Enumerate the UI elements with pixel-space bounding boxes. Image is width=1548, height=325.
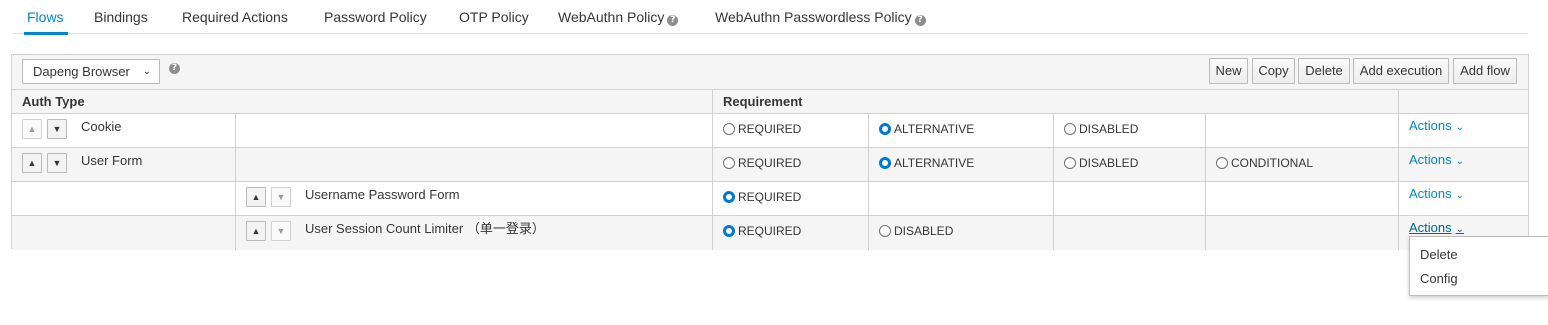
radio-required[interactable]: REQUIRED bbox=[723, 121, 801, 141]
chevron-down-icon: ⌄ bbox=[1455, 122, 1465, 133]
help-icon[interactable]: ? bbox=[667, 15, 679, 26]
tab-webauthn-policy[interactable]: WebAuthn Policy? bbox=[558, 0, 679, 34]
new-button[interactable]: New bbox=[1209, 58, 1248, 84]
actions-label: Actions bbox=[1409, 186, 1452, 201]
radio-disabled[interactable]: DISABLED bbox=[1064, 121, 1138, 141]
radio-disabled-label: DISABLED bbox=[894, 224, 954, 238]
radio-required-label: REQUIRED bbox=[738, 190, 802, 204]
flow-select-value: Dapeng Browser bbox=[33, 64, 130, 79]
menu-item-delete[interactable]: Delete bbox=[1420, 247, 1458, 263]
tab-required-actions[interactable]: Required Actions bbox=[182, 0, 288, 34]
radio-conditional[interactable]: CONDITIONAL bbox=[1216, 155, 1313, 175]
help-icon[interactable]: ? bbox=[169, 63, 180, 74]
radio-alternative[interactable]: ALTERNATIVE bbox=[879, 121, 974, 141]
chevron-down-icon: ⌄ bbox=[1455, 224, 1465, 235]
radio-required-label: REQUIRED bbox=[738, 122, 802, 136]
tab-bindings[interactable]: Bindings bbox=[94, 0, 148, 34]
radio-required-label: REQUIRED bbox=[738, 224, 802, 238]
radio-required[interactable]: REQUIRED bbox=[723, 223, 801, 243]
column-divider bbox=[712, 90, 713, 114]
table-row: ▲ ▼ User Session Count Limiter （单一登录） RE… bbox=[12, 216, 1528, 250]
execution-name: Cookie bbox=[81, 119, 122, 134]
tab-webauthn-passwordless-label: WebAuthn Passwordless Policy bbox=[715, 9, 912, 25]
radio-alternative-label: ALTERNATIVE bbox=[894, 156, 975, 170]
tab-webauthn-policy-label: WebAuthn Policy bbox=[558, 9, 665, 25]
radio-required[interactable]: REQUIRED bbox=[723, 189, 801, 209]
radio-alternative-label: ALTERNATIVE bbox=[894, 122, 975, 136]
tab-bar: Flows Bindings Required Actions Password… bbox=[12, 0, 1528, 35]
flow-select[interactable]: Dapeng Browser ⌄ bbox=[22, 59, 160, 84]
actions-dropdown[interactable]: Actions ⌄ bbox=[1409, 118, 1464, 136]
move-up-button[interactable]: ▲ bbox=[246, 221, 266, 241]
actions-dropdown[interactable]: Actions ⌄ bbox=[1409, 152, 1464, 170]
radio-disabled-label: DISABLED bbox=[1079, 122, 1139, 136]
delete-button[interactable]: Delete bbox=[1298, 58, 1350, 84]
chevron-down-icon: ⌄ bbox=[1455, 190, 1465, 201]
menu-item-config[interactable]: Config bbox=[1420, 271, 1458, 287]
radio-required[interactable]: REQUIRED bbox=[723, 155, 801, 175]
header-requirement: Requirement bbox=[723, 94, 803, 109]
move-down-button[interactable]: ▼ bbox=[271, 187, 291, 207]
chevron-down-icon: ⌄ bbox=[142, 66, 151, 77]
move-down-button[interactable]: ▼ bbox=[47, 153, 67, 173]
radio-disabled[interactable]: DISABLED bbox=[879, 223, 953, 243]
table-toolbar: Dapeng Browser ⌄ ? New Copy Delete Add e… bbox=[12, 55, 1528, 90]
header-auth-type: Auth Type bbox=[22, 94, 85, 109]
tab-webauthn-passwordless-policy[interactable]: WebAuthn Passwordless Policy? bbox=[715, 0, 926, 34]
add-flow-button[interactable]: Add flow bbox=[1453, 58, 1517, 84]
table-row: ▲ ▼ Username Password Form REQUIRED Acti… bbox=[12, 182, 1528, 216]
actions-menu: Delete Config bbox=[1409, 236, 1548, 296]
radio-alternative[interactable]: ALTERNATIVE bbox=[879, 155, 974, 175]
tab-password-policy[interactable]: Password Policy bbox=[324, 0, 427, 34]
move-up-button[interactable]: ▲ bbox=[22, 153, 42, 173]
actions-label: Actions bbox=[1409, 118, 1452, 133]
radio-disabled-label: DISABLED bbox=[1079, 156, 1139, 170]
move-up-button[interactable]: ▲ bbox=[246, 187, 266, 207]
execution-name: Username Password Form bbox=[305, 187, 460, 202]
add-execution-button[interactable]: Add execution bbox=[1353, 58, 1449, 84]
chevron-down-icon: ⌄ bbox=[1455, 156, 1465, 167]
help-icon[interactable]: ? bbox=[914, 15, 926, 26]
tab-flows[interactable]: Flows bbox=[24, 0, 68, 35]
actions-label: Actions bbox=[1409, 220, 1452, 235]
move-up-button[interactable]: ▲ bbox=[22, 119, 42, 139]
radio-conditional-label: CONDITIONAL bbox=[1231, 156, 1314, 170]
execution-name: User Form bbox=[81, 153, 143, 168]
flow-executions-table: Dapeng Browser ⌄ ? New Copy Delete Add e… bbox=[11, 54, 1529, 250]
move-down-button[interactable]: ▼ bbox=[47, 119, 67, 139]
move-down-button[interactable]: ▼ bbox=[271, 221, 291, 241]
column-divider bbox=[1398, 90, 1399, 114]
tab-otp-policy[interactable]: OTP Policy bbox=[459, 0, 529, 34]
actions-label: Actions bbox=[1409, 152, 1452, 167]
execution-name: User Session Count Limiter （单一登录） bbox=[305, 221, 545, 236]
table-row: ▲ ▼ User Form REQUIRED ALTERNATIVE DISAB… bbox=[12, 148, 1528, 182]
radio-required-label: REQUIRED bbox=[738, 156, 802, 170]
actions-dropdown[interactable]: Actions ⌄ bbox=[1409, 186, 1464, 204]
table-row: ▲ ▼ Cookie REQUIRED ALTERNATIVE DISABLED… bbox=[12, 114, 1528, 148]
table-header: Auth Type Requirement bbox=[12, 90, 1528, 114]
radio-disabled[interactable]: DISABLED bbox=[1064, 155, 1138, 175]
copy-button[interactable]: Copy bbox=[1252, 58, 1295, 84]
